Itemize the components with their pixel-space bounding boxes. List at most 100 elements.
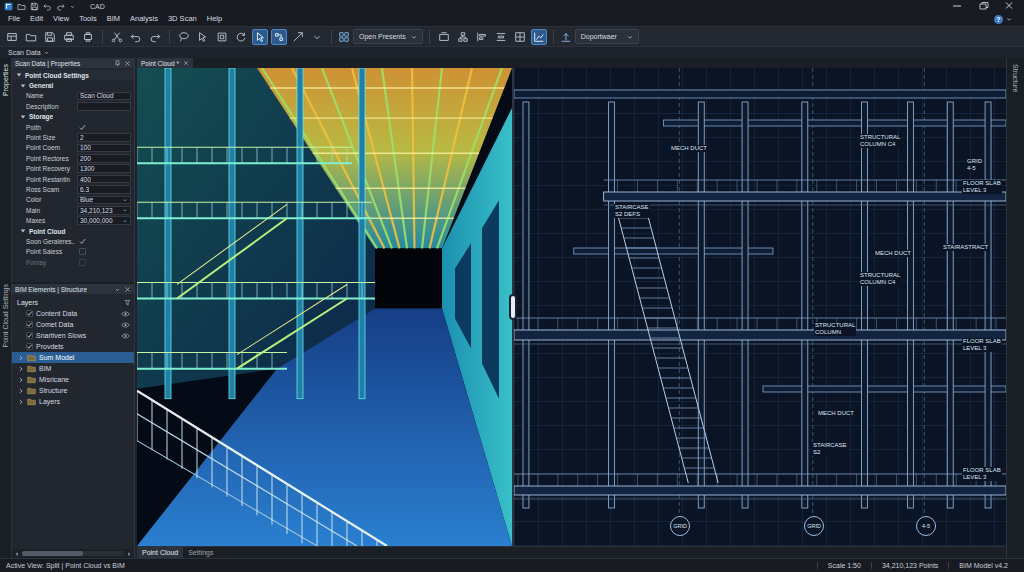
document-tab[interactable]: Point Cloud * <box>137 58 193 68</box>
bim-annotation[interactable]: FLOOR SLABLEVEL 3 <box>962 338 1002 352</box>
menu-item[interactable]: View <box>48 13 74 25</box>
bim-annotation[interactable]: FLOOR SLABLEVEL 3 <box>962 467 1002 481</box>
property-field[interactable]: 2 <box>77 133 131 142</box>
open-folder-icon[interactable] <box>17 2 26 11</box>
scan-data-caret-icon[interactable] <box>43 49 50 56</box>
menu-item[interactable]: Analysis <box>125 13 163 25</box>
toolbar-button[interactable] <box>61 29 77 45</box>
side-tab[interactable]: Point Cloud Settings <box>2 282 9 349</box>
menu-item[interactable]: BIM <box>102 13 125 25</box>
toolbar-button[interactable] <box>128 29 144 45</box>
app-logo-icon[interactable] <box>4 2 13 11</box>
toolbar-button[interactable] <box>42 29 58 45</box>
property-group-header[interactable]: Point Cloud Settings <box>12 70 134 80</box>
property-select[interactable]: Blue <box>77 196 131 205</box>
toolbar-button[interactable] <box>23 29 39 45</box>
toolbar-button[interactable] <box>512 29 528 45</box>
toolbar-button[interactable] <box>531 29 547 45</box>
collapse-icon[interactable] <box>20 83 26 89</box>
menu-item[interactable]: Edit <box>25 13 48 25</box>
property-select[interactable]: 34,210,123 <box>77 206 131 215</box>
scan-data-menu[interactable]: Scan Data <box>8 49 41 56</box>
expand-icon[interactable] <box>18 377 24 383</box>
toolbar-button[interactable] <box>493 29 509 45</box>
minimize-icon[interactable] <box>946 1 968 11</box>
quick-access-caret-icon[interactable] <box>69 3 76 10</box>
grid-bubble[interactable]: 4-5 <box>916 516 936 536</box>
scroll-left-icon[interactable] <box>14 551 20 557</box>
menu-item[interactable]: Help <box>202 13 227 25</box>
property-section-header[interactable]: Storage <box>12 112 134 122</box>
close-panel-icon[interactable] <box>124 60 131 67</box>
toolbar-button[interactable] <box>252 29 268 45</box>
layer-checkbox[interactable] <box>26 343 33 350</box>
property-select[interactable]: 30,000,000 <box>77 216 131 225</box>
close-tab-icon[interactable] <box>183 60 189 66</box>
tree-item[interactable]: Provdets <box>12 341 134 352</box>
grid-bubble[interactable]: GRID <box>670 516 690 536</box>
bim-annotation[interactable]: STAIRCASES2 <box>812 442 848 456</box>
bim-annotation[interactable]: MECH DUCT <box>874 250 912 257</box>
expand-icon[interactable] <box>18 388 24 394</box>
property-checkbox[interactable] <box>77 238 131 245</box>
menu-item[interactable]: 3D Scan <box>163 13 202 25</box>
close-icon[interactable] <box>998 1 1020 11</box>
bim-annotation[interactable]: STAIRASTRACT <box>942 244 989 251</box>
tree-item[interactable]: BIM <box>12 363 134 374</box>
toolbar-button[interactable] <box>290 29 306 45</box>
scroll-right-icon[interactable] <box>126 551 132 557</box>
toolbar-button[interactable] <box>195 29 211 45</box>
filter-icon[interactable] <box>124 299 131 306</box>
toolbar-button[interactable] <box>109 29 125 45</box>
bim-annotation[interactable]: FLOOR SLABLEVEL 3 <box>962 180 1002 194</box>
side-tab[interactable]: Structure <box>1012 64 1019 92</box>
property-section-header[interactable]: Point Cloud <box>12 226 134 236</box>
collapse-icon[interactable] <box>16 72 22 78</box>
collapse-icon[interactable] <box>20 114 26 120</box>
eye-icon[interactable] <box>121 333 130 339</box>
toolbar-button[interactable] <box>80 29 96 45</box>
redo-icon[interactable] <box>56 2 65 11</box>
view-tab[interactable]: Settings <box>183 547 218 558</box>
help-caret-icon[interactable] <box>1005 15 1013 23</box>
menu-item[interactable]: Tools <box>74 13 102 25</box>
toolbar-button[interactable] <box>233 29 249 45</box>
point-cloud-render[interactable] <box>137 68 512 546</box>
grid-bubble[interactable]: GRID <box>804 516 824 536</box>
horizontal-scrollbar[interactable] <box>12 549 134 558</box>
menu-item[interactable]: File <box>3 13 25 25</box>
toolbar-button[interactable] <box>271 29 287 45</box>
toolbar-button[interactable] <box>309 29 325 45</box>
view-tab[interactable]: Point Cloud <box>137 547 183 558</box>
toolbar-button[interactable] <box>147 29 163 45</box>
tree-item[interactable]: Comet Data <box>12 319 134 330</box>
property-field[interactable] <box>77 102 131 111</box>
property-checkbox[interactable] <box>77 124 131 131</box>
property-checkbox[interactable] <box>77 248 131 255</box>
expand-icon[interactable] <box>18 399 24 405</box>
bim-annotation[interactable]: STRUCTURALCOLUMN C4 <box>859 134 901 148</box>
side-tab[interactable]: Properties <box>2 62 9 98</box>
save-icon[interactable] <box>30 2 39 11</box>
toolbar-button[interactable] <box>436 29 452 45</box>
pin-icon[interactable] <box>114 60 121 67</box>
point-cloud-view[interactable] <box>137 68 512 546</box>
property-field[interactable]: 100 <box>77 144 131 153</box>
restore-icon[interactable] <box>972 1 994 11</box>
split-handle[interactable] <box>509 294 517 320</box>
toolbar-dropdown[interactable]: Doportwaer <box>575 29 639 44</box>
eye-icon[interactable] <box>121 322 130 328</box>
toolbar-button[interactable] <box>455 29 471 45</box>
bim-annotation[interactable]: MECH DUCT <box>670 145 708 152</box>
property-field[interactable]: 200 <box>77 154 131 163</box>
bim-wireframe[interactable] <box>514 68 1006 546</box>
property-field[interactable]: 400 <box>77 175 131 184</box>
tree-item[interactable]: Structure <box>12 385 134 396</box>
tree-item[interactable]: Layers <box>12 396 134 407</box>
bim-annotation[interactable]: MECH DUCT <box>817 410 855 417</box>
tree-item[interactable]: Content Data <box>12 308 134 319</box>
layer-checkbox[interactable] <box>26 332 33 339</box>
toolbar-dropdown[interactable]: Open Presents <box>353 29 423 44</box>
tree-item[interactable]: Snartiven Slows <box>12 330 134 341</box>
tree-item[interactable]: Misricane <box>12 374 134 385</box>
